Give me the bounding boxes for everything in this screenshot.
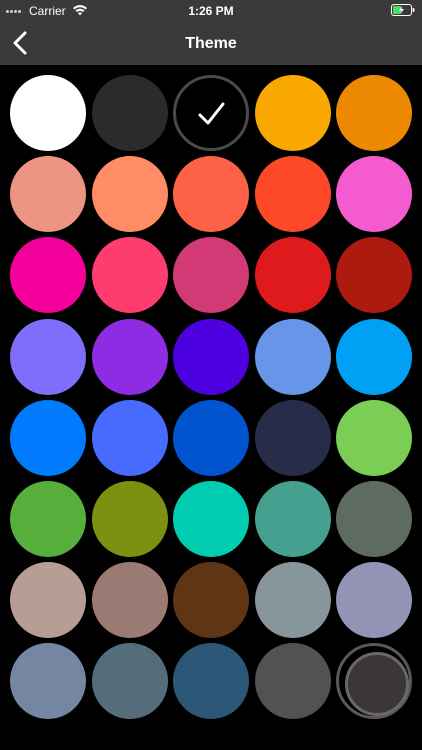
status-bar: Carrier 1:26 PM — [0, 0, 422, 22]
color-swatch[interactable] — [254, 399, 331, 476]
color-swatch[interactable] — [91, 481, 168, 557]
color-swatch[interactable] — [336, 399, 412, 476]
color-swatch[interactable] — [10, 643, 86, 720]
color-swatch[interactable] — [336, 562, 412, 639]
color-swatch[interactable] — [10, 318, 86, 395]
custom-color-swatch[interactable] — [336, 643, 412, 720]
color-swatch[interactable] — [336, 237, 412, 314]
color-swatch[interactable] — [10, 481, 86, 557]
color-swatch[interactable] — [254, 562, 331, 639]
checkmark-icon — [198, 102, 225, 125]
color-swatch[interactable] — [173, 399, 249, 476]
page-title: Theme — [185, 35, 237, 52]
color-swatch[interactable] — [254, 237, 331, 314]
color-swatch[interactable] — [91, 318, 168, 395]
color-swatch[interactable] — [91, 562, 168, 639]
color-swatch[interactable] — [91, 237, 168, 314]
color-swatch[interactable] — [173, 318, 249, 395]
navigation-bar: Theme — [0, 22, 422, 65]
color-swatch[interactable] — [10, 237, 86, 314]
color-swatch[interactable] — [173, 562, 249, 639]
color-swatch[interactable] — [173, 156, 249, 233]
color-swatch[interactable] — [91, 75, 168, 151]
color-swatch[interactable] — [254, 156, 331, 233]
color-swatch[interactable] — [336, 481, 412, 557]
color-swatch[interactable] — [91, 643, 168, 720]
color-swatch[interactable] — [336, 318, 412, 395]
color-swatch[interactable] — [336, 156, 412, 233]
color-swatch[interactable] — [10, 75, 86, 151]
theme-screen: Carrier 1:26 PM Theme — [0, 0, 422, 750]
color-swatch[interactable] — [173, 75, 249, 151]
color-swatch[interactable] — [173, 481, 249, 557]
color-swatch[interactable] — [91, 399, 168, 476]
battery-charging-icon — [391, 4, 415, 16]
color-swatch[interactable] — [173, 643, 249, 720]
custom-color-ring — [345, 652, 409, 717]
color-swatch[interactable] — [10, 562, 86, 639]
color-swatch[interactable] — [10, 399, 86, 476]
color-swatch[interactable] — [254, 75, 331, 151]
color-swatch[interactable] — [91, 156, 168, 233]
clock: 1:26 PM — [188, 4, 234, 18]
color-swatch[interactable] — [10, 156, 86, 233]
color-swatch[interactable] — [254, 481, 331, 557]
top-bar: Carrier 1:26 PM Theme — [0, 0, 422, 65]
color-swatch[interactable] — [336, 75, 412, 151]
color-swatch[interactable] — [173, 237, 249, 314]
color-swatch[interactable] — [254, 318, 331, 395]
color-swatch[interactable] — [254, 643, 331, 720]
